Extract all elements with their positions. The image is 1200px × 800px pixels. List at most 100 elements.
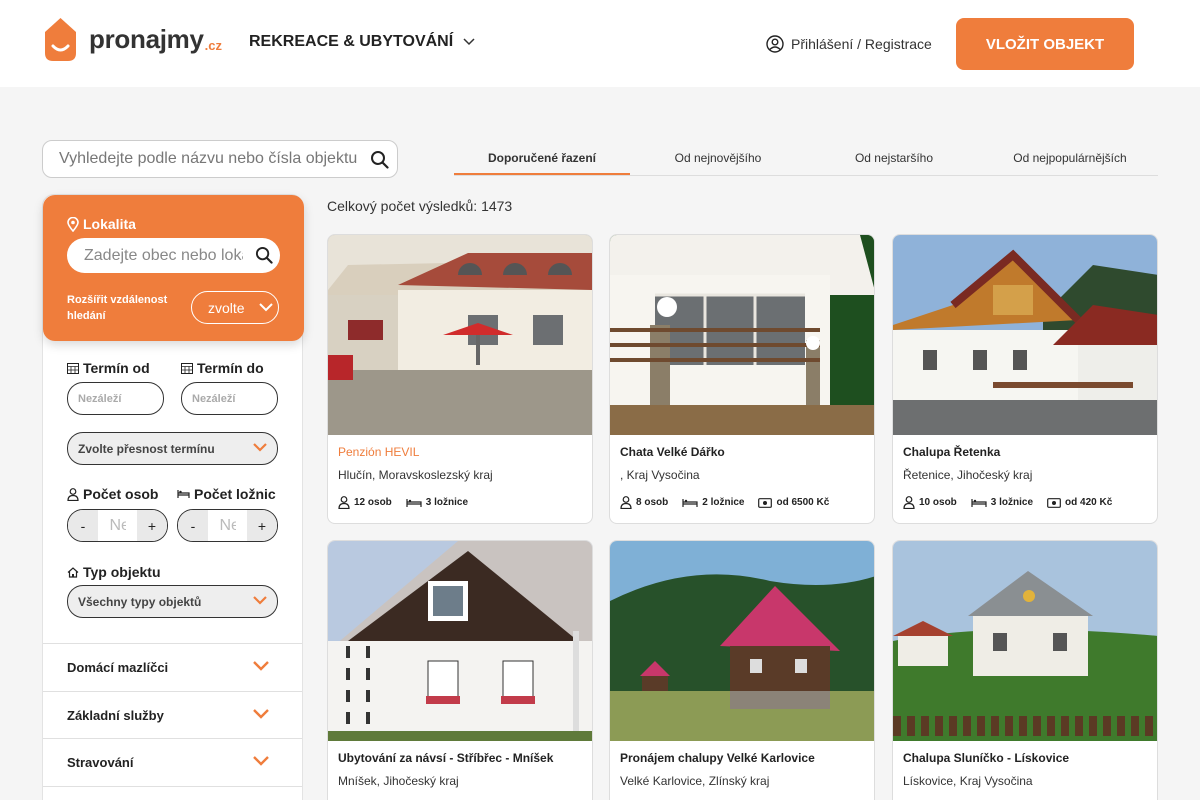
listing-card[interactable]: Pronájem chalupy Velké Karlovice Velké K… xyxy=(609,540,875,800)
location-input[interactable] xyxy=(67,246,243,265)
listing-meta: 12 osob 3 ložnice xyxy=(338,496,468,509)
date-to-label: Termín do xyxy=(181,360,264,376)
date-from-text: Termín od xyxy=(83,360,150,376)
date-to-input[interactable]: Nezáleží xyxy=(181,382,278,415)
banknote-icon xyxy=(1047,497,1061,508)
date-to-text: Termín do xyxy=(197,360,264,376)
listing-card[interactable]: Ubytování za návsí - Stříbřec - Mníšek M… xyxy=(327,540,593,800)
listing-place: Velké Karlovice, Zlínský kraj xyxy=(620,774,770,788)
tab-recommended[interactable]: Doporučené řazení xyxy=(454,140,630,175)
site-logo[interactable]: pronajmy .cz xyxy=(42,18,222,61)
property-type-value: Všechny typy objektů xyxy=(78,594,202,609)
calendar-icon xyxy=(181,363,193,374)
chevron-down-icon xyxy=(253,661,269,671)
map-pin-icon xyxy=(67,216,79,232)
listing-meta: 8 osob 2 ložnice od 6500 Kč xyxy=(620,496,829,509)
listing-name: Chata Velké Dářko xyxy=(620,445,725,459)
person-icon xyxy=(67,487,79,501)
listing-photo xyxy=(610,541,874,741)
login-link[interactable]: Přihlášení / Registrace xyxy=(766,35,932,53)
listing-card[interactable]: Chalupa Sluníčko - Lískovice Lískovice, … xyxy=(892,540,1158,800)
bedrooms-label: Počet ložnic xyxy=(177,486,276,502)
persons-count: 10 osob xyxy=(919,497,957,508)
location-title: Lokalita xyxy=(67,216,136,232)
listing-name: Penzión HEVIL xyxy=(338,445,420,459)
bedrooms-stepper: - Nezáleží + xyxy=(177,509,278,542)
persons-placeholder: Nezáleží xyxy=(109,517,126,534)
category-dropdown[interactable]: REKREACE & UBYTOVÁNÍ xyxy=(249,33,475,51)
listing-place: Lískovice, Kraj Vysočina xyxy=(903,774,1033,788)
listing-place: Hlučín, Moravskoslezský kraj xyxy=(338,468,493,482)
search-icon[interactable] xyxy=(255,246,273,264)
accordion-more[interactable] xyxy=(43,786,302,800)
category-label: REKREACE & UBYTOVÁNÍ xyxy=(249,33,454,50)
listing-photo xyxy=(328,541,592,741)
listing-bedrooms: 3 ložnice xyxy=(971,496,1033,509)
persons-count: 12 osob xyxy=(354,497,392,508)
tab-newest[interactable]: Od nejnovějšího xyxy=(630,140,806,175)
house-icon xyxy=(67,566,79,578)
listing-card[interactable]: Chalupa Řetenka Řetenice, Jihočeský kraj… xyxy=(892,234,1158,524)
listing-card[interactable]: Penzión HEVIL Hlučín, Moravskoslezský kr… xyxy=(327,234,593,524)
search-input[interactable] xyxy=(43,150,363,168)
tab-most-popular[interactable]: Od nejpopulárnějších xyxy=(982,140,1158,175)
listing-price: od 6500 Kč xyxy=(758,496,829,509)
chevron-down-icon xyxy=(253,709,269,719)
listing-name: Chalupa Sluníčko - Lískovice xyxy=(903,751,1070,765)
price-value: od 420 Kč xyxy=(1065,497,1113,508)
chevron-down-icon xyxy=(253,756,269,766)
logo-mark-icon xyxy=(45,18,76,61)
persons-value[interactable]: Nezáleží xyxy=(98,510,137,541)
bedrooms-plus-button[interactable]: + xyxy=(247,510,277,541)
accordion-pets[interactable]: Domácí mazlíčci xyxy=(43,643,302,690)
listing-persons: 12 osob xyxy=(338,496,392,509)
search-box xyxy=(42,140,398,178)
person-icon xyxy=(620,496,632,509)
accordion-meals[interactable]: Stravování xyxy=(43,738,302,785)
bedrooms-minus-button[interactable]: - xyxy=(178,510,208,541)
calendar-icon xyxy=(67,363,79,374)
results-count: Celkový počet výsledků: 1473 xyxy=(327,198,513,214)
listing-place: , Kraj Vysočina xyxy=(620,468,700,482)
accordion-label: Domácí mazlíčci xyxy=(67,659,169,675)
date-from-input[interactable]: Nezáleží xyxy=(67,382,164,415)
radius-label: Rozšířit vzdálenost hledání xyxy=(67,294,168,322)
accordion-basic-services[interactable]: Základní služby xyxy=(43,691,302,738)
date-precision-select[interactable]: Zvolte přesnost termínu xyxy=(67,432,278,465)
listing-card[interactable]: Chata Velké Dářko , Kraj Vysočina 8 osob… xyxy=(609,234,875,524)
listing-photo xyxy=(328,235,592,435)
radius-value: zvolte xyxy=(208,299,245,316)
logo-text: pronajmy xyxy=(89,24,204,54)
date-precision-value: Zvolte přesnost termínu xyxy=(78,441,215,456)
login-label: Přihlášení / Registrace xyxy=(791,36,932,52)
date-from-label: Termín od xyxy=(67,360,150,376)
logo-tld: .cz xyxy=(204,38,222,53)
persons-plus-button[interactable]: + xyxy=(137,510,167,541)
persons-count: 8 osob xyxy=(636,497,669,508)
sort-tabs: Doporučené řazení Od nejnovějšího Od nej… xyxy=(454,140,1158,176)
listing-place: Mníšek, Jihočeský kraj xyxy=(338,774,459,788)
listing-bedrooms: 2 ložnice xyxy=(682,496,744,509)
property-type-select[interactable]: Všechny typy objektů xyxy=(67,585,278,618)
bedrooms-count: 3 ložnice xyxy=(425,497,469,508)
listing-persons: 10 osob xyxy=(903,496,957,509)
top-header: pronajmy .cz REKREACE & UBYTOVÁNÍ Přihlá… xyxy=(0,0,1200,87)
location-field xyxy=(67,238,280,273)
listing-photo xyxy=(893,235,1157,435)
chevron-down-icon xyxy=(463,38,475,46)
bedrooms-placeholder: Nezáleží xyxy=(219,517,236,534)
listing-name: Chalupa Řetenka xyxy=(903,445,1001,459)
persons-stepper: - Nezáleží + xyxy=(67,509,168,542)
chevron-down-icon xyxy=(258,303,273,312)
add-listing-button[interactable]: VLOŽIT OBJEKT xyxy=(956,18,1134,70)
banknote-icon xyxy=(758,497,773,508)
location-label: Lokalita xyxy=(83,216,136,232)
tab-oldest[interactable]: Od nejstaršího xyxy=(806,140,982,175)
listing-photo xyxy=(610,235,874,435)
persons-minus-button[interactable]: - xyxy=(68,510,98,541)
radius-select[interactable]: zvolte xyxy=(191,291,279,324)
bed-icon xyxy=(971,498,987,507)
listing-bedrooms: 3 ložnice xyxy=(406,496,468,509)
search-icon[interactable] xyxy=(370,150,389,169)
bedrooms-value[interactable]: Nezáleží xyxy=(208,510,247,541)
